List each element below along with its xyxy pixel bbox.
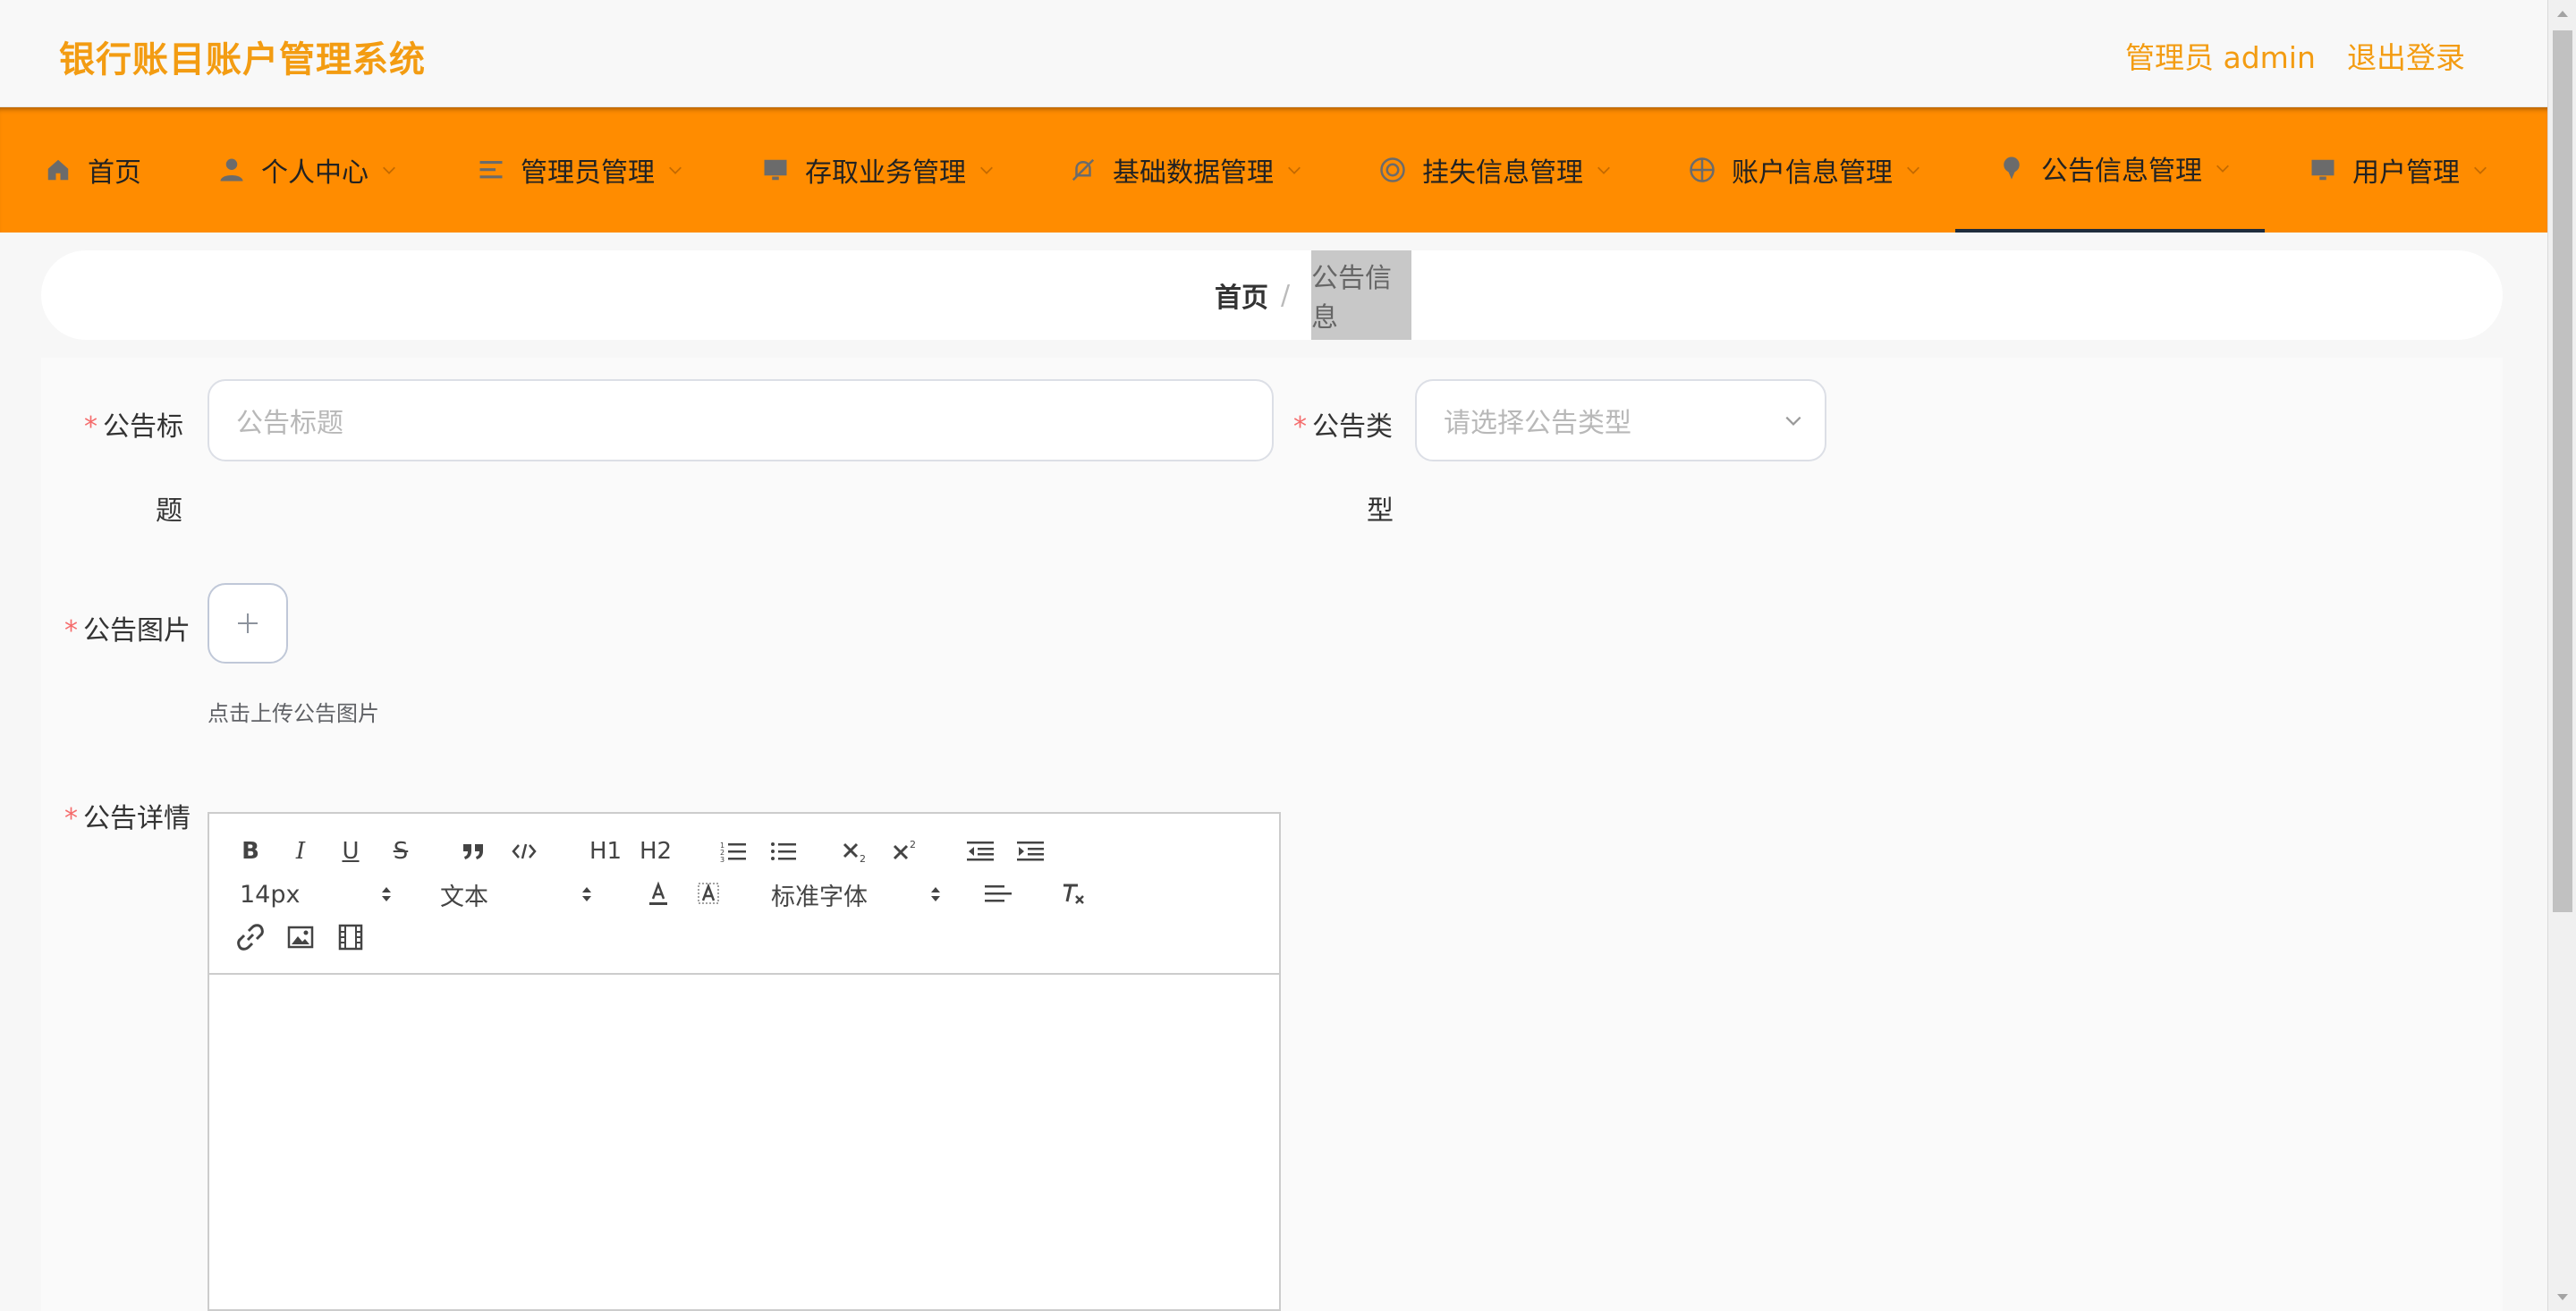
editor-toolbar: B I U S H1 H2 123 2 2 14px 文本 标准字体 bbox=[209, 814, 1279, 975]
chevron-down-icon bbox=[2474, 166, 2487, 174]
scroll-thumb[interactable] bbox=[2553, 30, 2572, 912]
image-label: * 公告图片 bbox=[64, 615, 191, 647]
person-icon bbox=[216, 155, 247, 185]
chevron-down-icon bbox=[669, 166, 682, 174]
type-label-line1: * 公告类 bbox=[1293, 411, 1393, 443]
indent-icon[interactable] bbox=[1013, 833, 1048, 869]
nav-label: 基础数据管理 bbox=[1113, 157, 1274, 189]
title-label-line1: * 公告标 bbox=[84, 411, 183, 443]
h2-button[interactable]: H2 bbox=[633, 833, 678, 869]
image-upload-hint: 点击上传公告图片 bbox=[208, 701, 379, 726]
text-style-select[interactable]: 文本 bbox=[440, 876, 592, 912]
nav-label: 账户信息管理 bbox=[1732, 157, 1893, 189]
logout-button[interactable]: 退出登录 bbox=[2347, 34, 2465, 77]
detail-label: * 公告详情 bbox=[64, 803, 191, 834]
quote-icon[interactable] bbox=[456, 833, 492, 869]
breadcrumb-home[interactable]: 首页 bbox=[1215, 250, 1268, 340]
nav-item-admin-management[interactable]: 管理员管理 bbox=[476, 107, 683, 233]
subscript-icon[interactable]: 2 bbox=[839, 833, 875, 869]
app-title: 银行账目账户管理系统 bbox=[59, 39, 426, 80]
monitor-icon bbox=[2308, 155, 2338, 185]
strike-button[interactable]: S bbox=[383, 833, 419, 869]
clear-format-icon[interactable] bbox=[1055, 876, 1091, 912]
updown-icon bbox=[582, 887, 591, 901]
nav-item-loss-report-management[interactable]: 挂失信息管理 bbox=[1377, 107, 1612, 233]
home-icon bbox=[43, 155, 73, 185]
align-left-icon[interactable] bbox=[980, 876, 1016, 912]
nav-item-account-management[interactable]: 账户信息管理 bbox=[1687, 107, 1921, 233]
bell-off-icon bbox=[1068, 155, 1098, 185]
video-icon[interactable] bbox=[333, 919, 369, 955]
chevron-down-icon bbox=[1288, 166, 1301, 174]
breadcrumb-separator: / bbox=[1281, 279, 1291, 311]
nav-label: 个人中心 bbox=[261, 157, 369, 189]
background-color-icon[interactable] bbox=[691, 876, 726, 912]
target-icon bbox=[1377, 155, 1408, 185]
nav-item-announcement-management[interactable]: 公告信息管理 bbox=[1955, 107, 2265, 233]
title-label-line2: 题 bbox=[156, 495, 182, 527]
nav-item-basic-data-management[interactable]: 基础数据管理 bbox=[1068, 107, 1302, 233]
nav-label: 用户管理 bbox=[2352, 157, 2460, 189]
underline-button[interactable]: U bbox=[333, 833, 369, 869]
rich-text-editor: B I U S H1 H2 123 2 2 14px 文本 标准字体 bbox=[208, 812, 1281, 1311]
nav-item-deposit-management[interactable]: 存取业务管理 bbox=[760, 107, 995, 233]
type-label-line2: 型 bbox=[1367, 495, 1394, 527]
font-size-select[interactable]: 14px bbox=[240, 876, 392, 912]
nav-item-user-management[interactable]: 用户管理 bbox=[2308, 107, 2488, 233]
breadcrumb: 首页 / 公告信息 bbox=[41, 250, 2503, 340]
nav-label: 挂失信息管理 bbox=[1422, 157, 1583, 189]
chevron-down-icon bbox=[2216, 165, 2229, 173]
scroll-down-arrow-icon[interactable] bbox=[2548, 1284, 2576, 1311]
h1-button[interactable]: H1 bbox=[583, 833, 628, 869]
pin-icon bbox=[1996, 153, 2027, 183]
superscript-icon[interactable]: 2 bbox=[889, 833, 925, 869]
top-header: 银行账目账户管理系统 管理员 admin 退出登录 bbox=[0, 0, 2547, 107]
nav-label: 存取业务管理 bbox=[805, 157, 966, 189]
crosshair-icon bbox=[1687, 155, 1717, 185]
nav-label: 公告信息管理 bbox=[2041, 156, 2202, 187]
admin-user-label[interactable]: 管理员 admin bbox=[2125, 34, 2316, 77]
image-icon[interactable] bbox=[283, 919, 318, 955]
svg-text:2: 2 bbox=[910, 839, 916, 850]
bold-button[interactable]: B bbox=[233, 833, 268, 869]
code-icon[interactable] bbox=[506, 833, 542, 869]
italic-button[interactable]: I bbox=[283, 833, 318, 869]
chevron-down-icon bbox=[1907, 166, 1919, 174]
monitor-icon bbox=[760, 155, 791, 185]
ordered-list-icon[interactable]: 123 bbox=[716, 833, 751, 869]
bullet-list-icon[interactable] bbox=[766, 833, 801, 869]
plus-icon bbox=[238, 613, 258, 633]
nav-label: 首页 bbox=[88, 157, 141, 189]
type-select[interactable]: 请选择公告类型 bbox=[1415, 379, 1826, 461]
nav-label: 管理员管理 bbox=[521, 157, 655, 189]
font-color-icon[interactable] bbox=[640, 876, 676, 912]
title-placeholder: 公告标题 bbox=[236, 408, 343, 439]
chevron-down-icon bbox=[980, 166, 993, 174]
page-scrollbar[interactable] bbox=[2547, 0, 2576, 1311]
main-nav: 首页 个人中心 管理员管理 存取业务管理 基础数据管理 挂失信息管理 账户信息管… bbox=[0, 107, 2547, 233]
nav-item-personal-center[interactable]: 个人中心 bbox=[216, 107, 397, 233]
list-icon bbox=[476, 155, 506, 185]
chevron-down-icon bbox=[383, 166, 395, 174]
font-family-select[interactable]: 标准字体 bbox=[771, 876, 941, 912]
breadcrumb-current: 公告信息 bbox=[1311, 250, 1411, 340]
link-icon[interactable] bbox=[233, 919, 268, 955]
chevron-down-icon bbox=[1597, 166, 1610, 174]
image-upload-button[interactable] bbox=[208, 583, 288, 664]
title-input[interactable]: 公告标题 bbox=[208, 379, 1274, 461]
scroll-up-arrow-icon[interactable] bbox=[2548, 0, 2576, 27]
outdent-icon[interactable] bbox=[962, 833, 998, 869]
svg-text:3: 3 bbox=[720, 856, 724, 863]
type-placeholder: 请选择公告类型 bbox=[1444, 408, 1631, 439]
updown-icon bbox=[931, 887, 940, 901]
nav-item-home[interactable]: 首页 bbox=[43, 107, 141, 233]
chevron-down-icon bbox=[1785, 416, 1801, 426]
updown-icon bbox=[382, 887, 391, 901]
svg-text:2: 2 bbox=[860, 853, 866, 864]
editor-content-area[interactable] bbox=[209, 975, 1279, 1311]
